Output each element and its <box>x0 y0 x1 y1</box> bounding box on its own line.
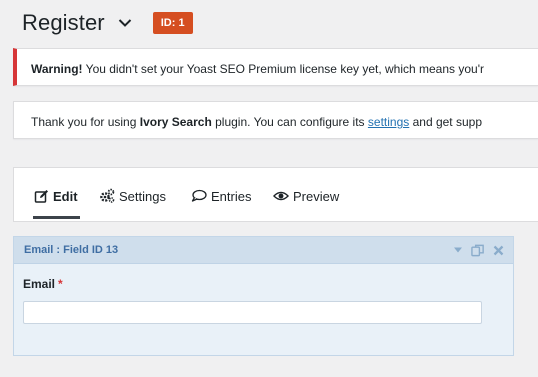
active-tab-indicator <box>33 216 80 219</box>
warning-notice-text: You didn't set your Yoast SEO Premium li… <box>82 62 485 76</box>
tab-entries[interactable]: Entries <box>191 186 251 206</box>
tab-preview-label: Preview <box>293 188 340 204</box>
warning-notice: Warning! You didn't set your Yoast SEO P… <box>13 48 538 86</box>
tab-edit-label: Edit <box>53 188 78 204</box>
chevron-down-icon[interactable] <box>117 15 133 31</box>
required-mark: * <box>58 277 63 291</box>
info-notice-text-before: Thank you for using <box>31 115 140 129</box>
warning-notice-strong: Warning! <box>31 62 83 76</box>
tab-edit[interactable]: Edit <box>33 186 78 206</box>
email-field-panel[interactable]: Email : Field ID 13 Email * <box>13 236 514 356</box>
field-panel-header[interactable]: Email : Field ID 13 <box>14 237 513 264</box>
form-tabs: Edit Settings Entries Preview <box>13 167 538 222</box>
page: Register ID: 1 Warning! You didn't set y… <box>0 0 538 377</box>
info-notice-text-middle: plugin. You can configure its <box>211 115 368 129</box>
tab-preview[interactable]: Preview <box>273 186 339 206</box>
page-title: Register <box>22 10 105 35</box>
email-field[interactable] <box>23 301 482 324</box>
email-field-label: Email * <box>23 277 504 291</box>
eye-icon <box>273 188 289 204</box>
field-panel-title: Email : Field ID 13 <box>24 244 119 256</box>
tab-entries-label: Entries <box>211 188 252 204</box>
settings-link[interactable]: settings <box>368 115 409 129</box>
edit-icon <box>33 188 49 204</box>
tab-settings[interactable]: Settings <box>99 186 166 206</box>
info-notice: Thank you for using Ivory Search plugin.… <box>13 101 538 139</box>
page-header: Register ID: 1 <box>22 9 193 37</box>
info-notice-text-after: and get supp <box>409 115 482 129</box>
tab-settings-label: Settings <box>119 188 166 204</box>
triangle-down-icon[interactable] <box>451 242 465 258</box>
field-body: Email * <box>14 264 513 324</box>
speech-bubble-icon <box>191 188 207 204</box>
info-notice-plugin-name: Ivory Search <box>139 115 212 129</box>
close-icon[interactable] <box>491 242 505 258</box>
field-actions <box>451 242 505 258</box>
id-badge: ID: 1 <box>152 12 193 34</box>
duplicate-icon[interactable] <box>471 242 485 258</box>
gears-icon <box>99 188 115 204</box>
email-field-label-text: Email <box>23 277 56 291</box>
